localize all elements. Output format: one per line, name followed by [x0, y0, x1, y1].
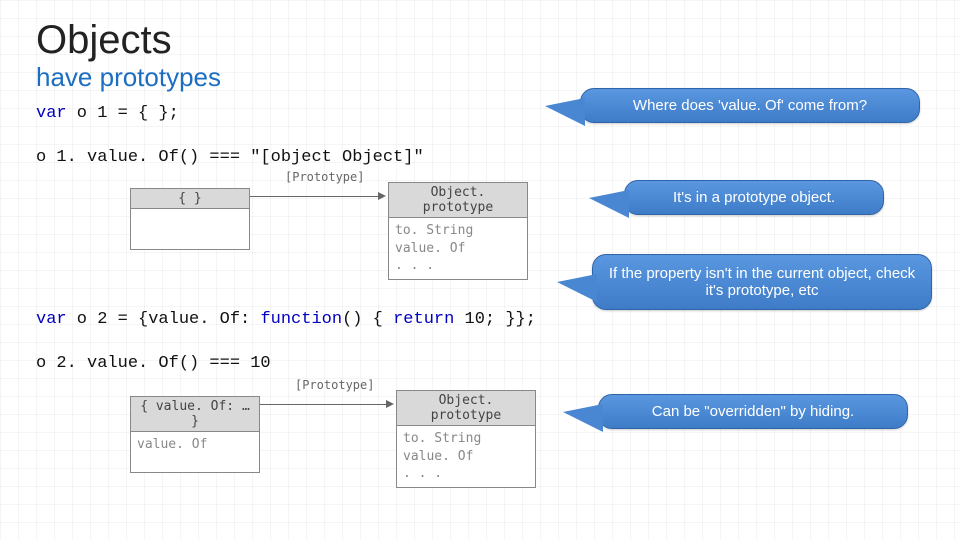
callout-overridden: Can be "overridden" by hiding. [598, 394, 908, 429]
keyword-var: var [36, 310, 67, 329]
box-object-prototype: Object. prototype to. String value. Of .… [388, 182, 528, 280]
box-object-prototype: Object. prototype to. String value. Of .… [396, 390, 536, 488]
code-line-3: var o 2 = {value. Of: function() { retur… [36, 310, 536, 329]
box-body [131, 209, 249, 249]
code-text: o 1 = { }; [67, 104, 179, 123]
arrow-head-icon [378, 192, 386, 200]
arrow-line [250, 196, 380, 197]
page-subtitle: have prototypes [36, 62, 221, 93]
callout-text: Can be "overridden" by hiding. [652, 403, 854, 420]
arrow-line [260, 404, 388, 405]
diagram-2: { value. Of: … } value. Of [Prototype] O… [130, 378, 530, 518]
callout-in-prototype: It's in a prototype object. [624, 180, 884, 215]
page-title: Objects [36, 18, 172, 63]
code-text: () { [342, 310, 393, 329]
code-line-1: var o 1 = { }; [36, 104, 179, 123]
box-body: to. String value. Of . . . [389, 218, 527, 279]
callout-text: Where does 'value. Of' come from? [633, 97, 867, 114]
code-line-4: o 2. value. Of() === 10 [36, 354, 271, 373]
box-o1: { } [130, 188, 250, 250]
prototype-label: [Prototype] [285, 170, 364, 184]
callout-tail-icon [557, 274, 597, 302]
arrow-head-icon [386, 400, 394, 408]
box-body: to. String value. Of . . . [397, 426, 535, 487]
box-body: value. Of [131, 432, 259, 472]
callout-tail-icon [563, 404, 603, 432]
keyword-return: return [393, 310, 454, 329]
callout-text: It's in a prototype object. [673, 189, 835, 206]
prototype-label: [Prototype] [295, 378, 374, 392]
callout-where-from: Where does 'value. Of' come from? [580, 88, 920, 123]
keyword-var: var [36, 104, 67, 123]
code-text: 10; }}; [454, 310, 536, 329]
diagram-1: { } [Prototype] Object. prototype to. St… [130, 170, 530, 295]
code-text: o 2 = {value. Of: [67, 310, 261, 329]
keyword-function: function [260, 310, 342, 329]
box-head: { value. Of: … } [131, 397, 259, 432]
box-head: Object. prototype [389, 183, 527, 218]
callout-check-prototype: If the property isn't in the current obj… [592, 254, 932, 310]
callout-tail-icon [589, 190, 629, 218]
box-o2: { value. Of: … } value. Of [130, 396, 260, 473]
callout-text: If the property isn't in the current obj… [609, 265, 915, 299]
callout-tail-icon [545, 98, 585, 126]
code-line-2: o 1. value. Of() === "[object Object]" [36, 148, 424, 167]
box-head: { } [131, 189, 249, 209]
box-head: Object. prototype [397, 391, 535, 426]
